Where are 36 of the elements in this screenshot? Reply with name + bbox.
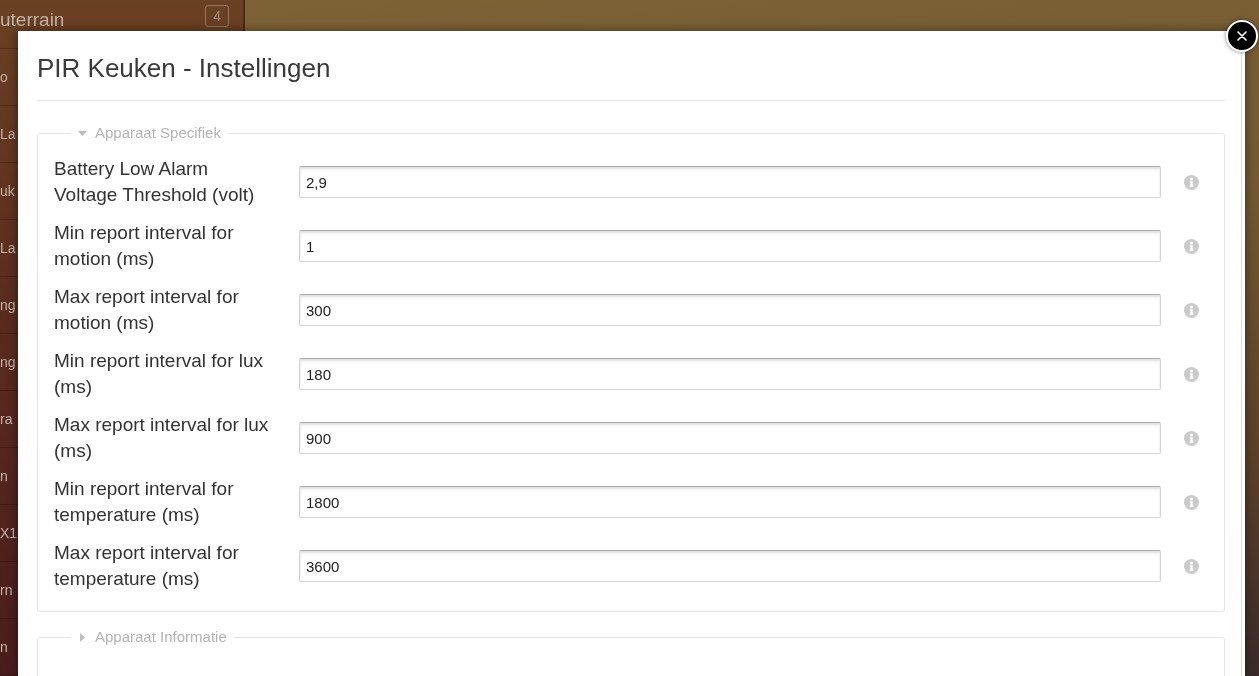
field-label: Battery Low Alarm Voltage Threshold (volt): [54, 157, 256, 207]
info-icon[interactable]: [1184, 174, 1199, 190]
sidebar-item[interactable]: rn: [0, 582, 13, 598]
sidebar-item[interactable]: uterrain: [0, 9, 65, 31]
info-icon[interactable]: [1184, 366, 1199, 382]
sidebar-item[interactable]: ng: [0, 297, 16, 313]
input-field[interactable]: 180: [299, 358, 1161, 390]
info-icon[interactable]: [1184, 430, 1199, 446]
info-icon[interactable]: [1184, 558, 1199, 574]
info-icon[interactable]: [1184, 302, 1199, 318]
sidebar-item[interactable]: ra: [0, 411, 13, 427]
sidebar-item[interactable]: ng: [0, 354, 16, 370]
field-label: Max report interval for temperature (ms): [54, 541, 240, 591]
field-label: Min report interval for lux (ms): [54, 349, 265, 399]
info-icon[interactable]: [1184, 494, 1199, 510]
sidebar-item[interactable]: uk: [0, 183, 15, 199]
sidebar-item[interactable]: La: [0, 126, 16, 142]
field-label: Min report interval for motion (ms): [54, 221, 235, 271]
sidebar-item[interactable]: o: [0, 69, 8, 85]
info-icon[interactable]: [1184, 238, 1199, 254]
sidebar-item[interactable]: n: [0, 639, 8, 655]
count-badge: 4: [205, 5, 229, 27]
input-field[interactable]: 2,9: [299, 166, 1161, 198]
sidebar-item[interactable]: n: [0, 468, 8, 484]
field-label: Max report interval for lux (ms): [54, 413, 270, 463]
close-icon: [1237, 31, 1247, 41]
input-field[interactable]: 1: [299, 230, 1161, 262]
field-label: Max report interval for motion (ms): [54, 285, 240, 335]
input-field[interactable]: 900: [299, 422, 1161, 454]
field-label: Min report interval for temperature (ms): [54, 477, 235, 527]
input-field[interactable]: 3600: [299, 550, 1161, 582]
dialog-title: PIR Keuken - Instellingen: [37, 52, 331, 84]
input-field[interactable]: 300: [299, 294, 1161, 326]
sidebar-item[interactable]: X1: [0, 525, 18, 541]
sidebar-item[interactable]: La: [0, 240, 16, 256]
input-field[interactable]: 1800: [299, 486, 1161, 518]
